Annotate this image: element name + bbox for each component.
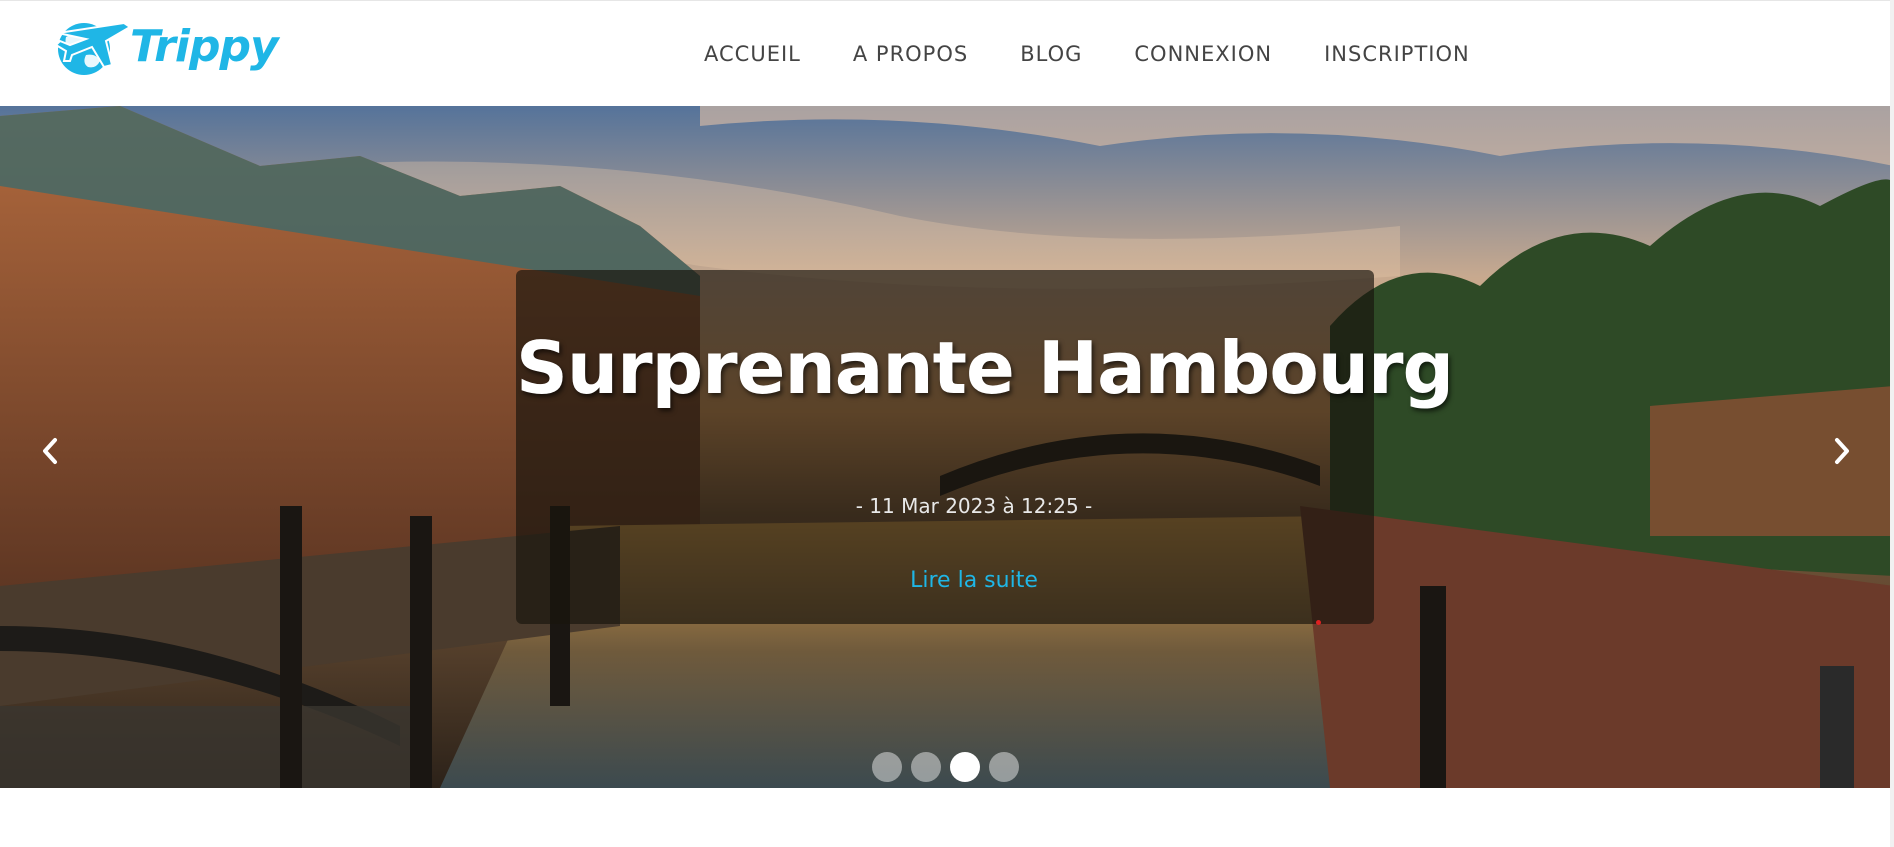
- brand-name: Trippy: [130, 21, 279, 72]
- carousel-prev-button[interactable]: [30, 426, 70, 476]
- carousel-indicator[interactable]: [911, 752, 941, 782]
- slide-date: - 11 Mar 2023 à 12:25 -: [855, 494, 1093, 518]
- chevron-right-icon: [1835, 438, 1849, 464]
- chevron-left-icon: [43, 438, 57, 464]
- airplane-globe-icon: [54, 21, 132, 75]
- slide-title: Surprenante Hambourg: [516, 326, 1454, 410]
- red-marker: [1316, 620, 1321, 625]
- site-header: Trippy ACCUEIL A PROPOS BLOG CONNEXION I…: [0, 0, 1894, 106]
- main-nav: ACCUEIL A PROPOS BLOG CONNEXION INSCRIPT…: [704, 33, 1470, 75]
- scrollbar[interactable]: [1890, 0, 1894, 847]
- carousel-indicator[interactable]: [989, 752, 1019, 782]
- nav-item-accueil[interactable]: ACCUEIL: [704, 33, 801, 75]
- read-more-link[interactable]: Lire la suite: [824, 568, 1124, 593]
- brand-logo[interactable]: Trippy: [46, 15, 279, 79]
- nav-item-inscription[interactable]: INSCRIPTION: [1324, 33, 1470, 75]
- carousel-indicator-active[interactable]: [950, 752, 980, 782]
- nav-item-connexion[interactable]: CONNEXION: [1134, 33, 1272, 75]
- carousel-indicator[interactable]: [872, 752, 902, 782]
- nav-item-a-propos[interactable]: A PROPOS: [853, 33, 968, 75]
- carousel-indicators: [872, 752, 1019, 782]
- hero-carousel: Surprenante Hambourg - 11 Mar 2023 à 12:…: [0, 106, 1894, 788]
- carousel-next-button[interactable]: [1822, 426, 1862, 476]
- nav-item-blog[interactable]: BLOG: [1020, 33, 1082, 75]
- slide-caption: Surprenante Hambourg - 11 Mar 2023 à 12:…: [516, 270, 1454, 624]
